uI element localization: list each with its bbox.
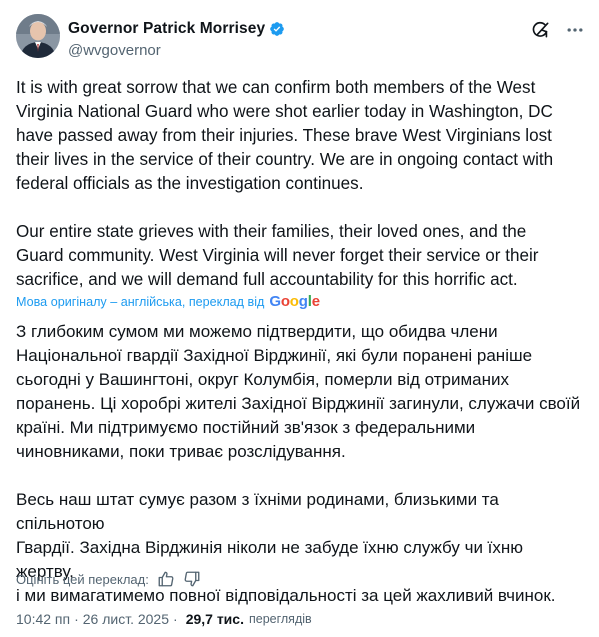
header-actions — [531, 20, 585, 40]
verified-badge-icon[interactable] — [269, 21, 285, 37]
tweet-text: It is with great sorrow that we can conf… — [16, 76, 582, 292]
translated-paragraph: З глибоким сумом ми можемо підтвердити, … — [16, 322, 581, 461]
translation-note[interactable]: Мова оригіналу – англійська, переклад ві… — [16, 293, 320, 310]
tweet-paragraph: It is with great sorrow that we can conf… — [16, 78, 554, 193]
tweet-paragraph: Our entire state grieves with their fami… — [16, 222, 539, 289]
meta-separator: · — [74, 611, 79, 627]
author-handle[interactable]: @wvgovernor — [68, 42, 285, 59]
author-names: Governor Patrick Morrisey @wvgovernor — [68, 19, 285, 59]
rate-translation-label: Оцініть цей переклад: — [16, 571, 149, 587]
views-count: 29,7 тис. — [185, 611, 244, 627]
grok-icon[interactable] — [531, 20, 551, 40]
rate-translation: Оцініть цей переклад: — [16, 570, 201, 588]
thumbs-up-icon[interactable] — [157, 570, 175, 588]
more-icon[interactable] — [565, 20, 585, 40]
views-label: переглядів — [248, 612, 312, 626]
tweet-date[interactable]: 26 лист. 2025 — [83, 611, 169, 627]
tweet-meta: 10:42 пп · 26 лист. 2025 · 29,7 тис. пер… — [16, 611, 312, 627]
thumbs-down-icon[interactable] — [183, 570, 201, 588]
tweet-time[interactable]: 10:42 пп — [16, 611, 70, 627]
avatar[interactable] — [16, 14, 60, 58]
google-logo: Google — [269, 293, 320, 310]
meta-separator: · — [173, 611, 178, 627]
author-display-name[interactable]: Governor Patrick Morrisey — [68, 20, 265, 38]
translated-paragraph: Весь наш штат сумує разом з їхніми родин… — [16, 490, 556, 605]
translation-note-label[interactable]: Мова оригіналу – англійська, переклад ві… — [16, 295, 264, 309]
translated-text: З глибоким сумом ми можемо підтвердити, … — [16, 320, 582, 608]
profile-photo-icon — [16, 14, 60, 58]
tweet-header: Governor Patrick Morrisey @wvgovernor — [16, 14, 587, 62]
